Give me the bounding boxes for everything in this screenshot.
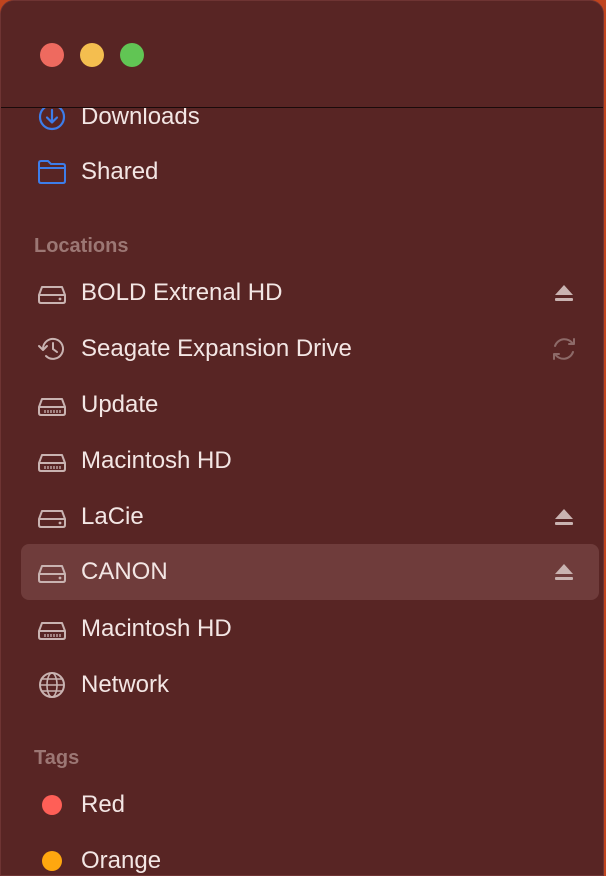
sidebar-item-label: Orange xyxy=(81,847,162,874)
sidebar-item-shared[interactable]: Shared xyxy=(21,144,599,200)
sidebar-item-label: BOLD Extrenal HD xyxy=(81,279,283,306)
section-heading-tags: Tags xyxy=(34,747,80,769)
tag-dot-icon xyxy=(37,847,67,875)
minimize-button[interactable] xyxy=(80,43,104,67)
globe-icon xyxy=(37,671,67,699)
sidebar-item-label: Network xyxy=(81,671,170,698)
finder-sidebar-window: Downloads Shared Locations BOLD Extrenal… xyxy=(0,0,604,876)
folder-icon xyxy=(37,158,67,186)
sidebar-item-lacie[interactable]: LaCie xyxy=(21,489,599,545)
sidebar-item-label: Update xyxy=(81,391,159,418)
sidebar-item-macintosh-hd-2[interactable]: Macintosh HD xyxy=(21,601,599,657)
sidebar-item-macintosh-hd[interactable]: Macintosh HD xyxy=(21,433,599,489)
sidebar-item-label: Macintosh HD xyxy=(81,615,232,642)
external-drive-icon xyxy=(37,503,67,531)
sidebar-item-label: Shared xyxy=(81,158,159,185)
eject-icon[interactable] xyxy=(549,503,579,531)
sidebar-item-label: LaCie xyxy=(81,503,144,530)
title-bar xyxy=(1,1,603,108)
sidebar-item-tag-red[interactable]: Red xyxy=(21,777,599,833)
internal-drive-icon xyxy=(37,615,67,643)
sidebar-item-canon[interactable]: CANON xyxy=(21,544,599,600)
eject-icon[interactable] xyxy=(549,558,579,586)
sidebar-item-tag-orange[interactable]: Orange xyxy=(21,833,599,875)
external-drive-icon xyxy=(37,558,67,586)
sidebar-item-network[interactable]: Network xyxy=(21,657,599,713)
sidebar-item-update[interactable]: Update xyxy=(21,377,599,433)
time-machine-icon xyxy=(37,335,67,363)
sync-icon xyxy=(549,335,579,363)
eject-icon[interactable] xyxy=(549,279,579,307)
sidebar-item-label: CANON xyxy=(81,558,168,585)
sidebar: Downloads Shared Locations BOLD Extrenal… xyxy=(1,1,603,875)
internal-drive-icon xyxy=(37,447,67,475)
close-button[interactable] xyxy=(40,43,64,67)
sidebar-item-label: Seagate Expansion Drive xyxy=(81,335,352,362)
section-heading-locations: Locations xyxy=(34,235,129,257)
sidebar-item-label: Macintosh HD xyxy=(81,447,232,474)
zoom-button[interactable] xyxy=(120,43,144,67)
sidebar-item-label: Red xyxy=(81,791,126,818)
sidebar-item-seagate-expansion-drive[interactable]: Seagate Expansion Drive xyxy=(21,321,599,377)
sidebar-item-bold-external-hd[interactable]: BOLD Extrenal HD xyxy=(21,265,599,321)
tag-dot-icon xyxy=(37,791,67,819)
internal-drive-icon xyxy=(37,391,67,419)
external-drive-icon xyxy=(37,279,67,307)
